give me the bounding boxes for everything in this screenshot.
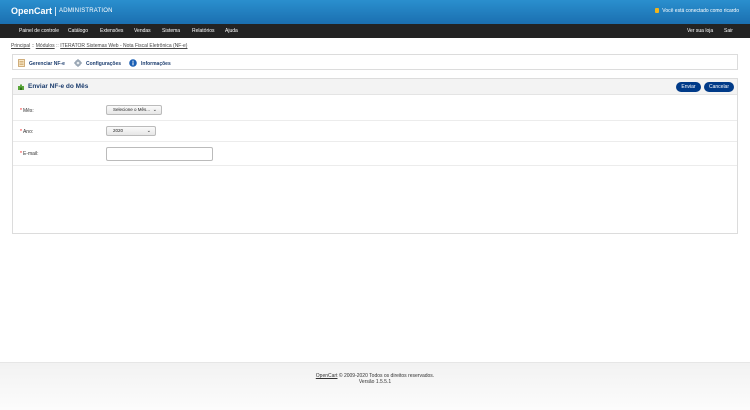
menu-item-view-store[interactable]: Ver sua loja — [687, 28, 713, 34]
month-select-value: Selecione o Mês... — [113, 107, 151, 112]
tab-manage-nfe[interactable]: Gerenciar NF-e — [18, 59, 65, 67]
menu-item-extensions[interactable]: Extensões — [100, 28, 123, 34]
menu-item-reports[interactable]: Relatórios — [192, 28, 215, 34]
main-menu: Painel de controle Catálogo Extensões Ve… — [0, 24, 750, 38]
year-select-value: 2020 — [113, 128, 124, 133]
year-select[interactable]: 2020 ⌄ — [106, 126, 156, 136]
required-marker: * — [20, 129, 22, 135]
top-header: OpenCart ADMINISTRATION Você está conect… — [0, 0, 750, 24]
logo-divider — [55, 7, 56, 16]
panel-heading: Enviar NF-e do Mês Enviar Cancelar — [13, 79, 737, 95]
month-row: *Mês: Selecione o Mês... ⌄ — [13, 100, 737, 121]
chevron-down-icon: ⌄ — [152, 107, 157, 113]
page-footer: OpenCart © 2009-2020 Todos os direitos r… — [0, 362, 750, 410]
info-icon — [129, 59, 137, 67]
month-label: *Mês: — [20, 108, 34, 114]
required-marker: * — [20, 108, 22, 114]
menu-item-help[interactable]: Ajuda — [225, 28, 238, 34]
menu-item-system[interactable]: Sistema — [162, 28, 180, 34]
breadcrumb-home[interactable]: Principal — [11, 43, 30, 49]
send-button[interactable]: Enviar — [676, 82, 701, 92]
menu-item-catalog[interactable]: Catálogo — [68, 28, 88, 34]
chevron-down-icon: ⌄ — [146, 128, 151, 134]
send-nfe-panel: Enviar NF-e do Mês Enviar Cancelar *Mês:… — [12, 78, 738, 234]
tab-settings-label: Configurações — [86, 61, 122, 67]
opencart-logo[interactable]: OpenCart — [11, 6, 52, 16]
cancel-button[interactable]: Cancelar — [704, 82, 734, 92]
menu-item-dashboard[interactable]: Painel de controle — [19, 28, 59, 34]
menu-item-logout[interactable]: Sair — [724, 28, 733, 34]
breadcrumb-separator: :: — [56, 43, 59, 49]
email-label: *E-mail: — [20, 151, 39, 157]
module-tabs: Gerenciar NF-e Configurações Informações — [12, 54, 738, 70]
tab-manage-nfe-label: Gerenciar NF-e — [29, 61, 65, 67]
email-row: *E-mail: — [13, 142, 737, 166]
breadcrumb-current[interactable]: ITERATOR Sistemas Web - Nota Fiscal Elet… — [60, 43, 187, 49]
required-marker: * — [20, 151, 22, 157]
lock-icon — [655, 8, 660, 13]
module-icon — [18, 84, 24, 90]
panel-title: Enviar NF-e do Mês — [28, 83, 89, 90]
month-label-text: Mês: — [22, 108, 34, 114]
logged-in-status: Você está conectado como ricardo — [655, 8, 739, 14]
tab-information[interactable]: Informações — [129, 59, 171, 67]
admin-subtitle: ADMINISTRATION — [59, 8, 113, 14]
tab-information-label: Informações — [141, 61, 171, 67]
logged-in-text: Você está conectado como ricardo — [662, 8, 739, 14]
tab-settings[interactable]: Configurações — [74, 59, 121, 67]
breadcrumb: Principal :: Módulos :: ITERATOR Sistema… — [11, 43, 187, 49]
email-label-text: E-mail: — [22, 151, 39, 157]
breadcrumb-modules[interactable]: Módulos — [36, 43, 55, 49]
settings-icon — [74, 59, 82, 67]
footer-version: Versão 1.5.5.1 — [358, 379, 392, 385]
month-select[interactable]: Selecione o Mês... ⌄ — [106, 105, 162, 115]
year-label-text: Ano: — [22, 129, 34, 135]
email-field[interactable] — [106, 147, 213, 161]
year-label: *Ano: — [20, 129, 33, 135]
document-icon — [18, 59, 25, 67]
year-row: *Ano: 2020 ⌄ — [13, 121, 737, 142]
menu-item-sales[interactable]: Vendas — [134, 28, 151, 34]
breadcrumb-separator: :: — [31, 43, 35, 49]
